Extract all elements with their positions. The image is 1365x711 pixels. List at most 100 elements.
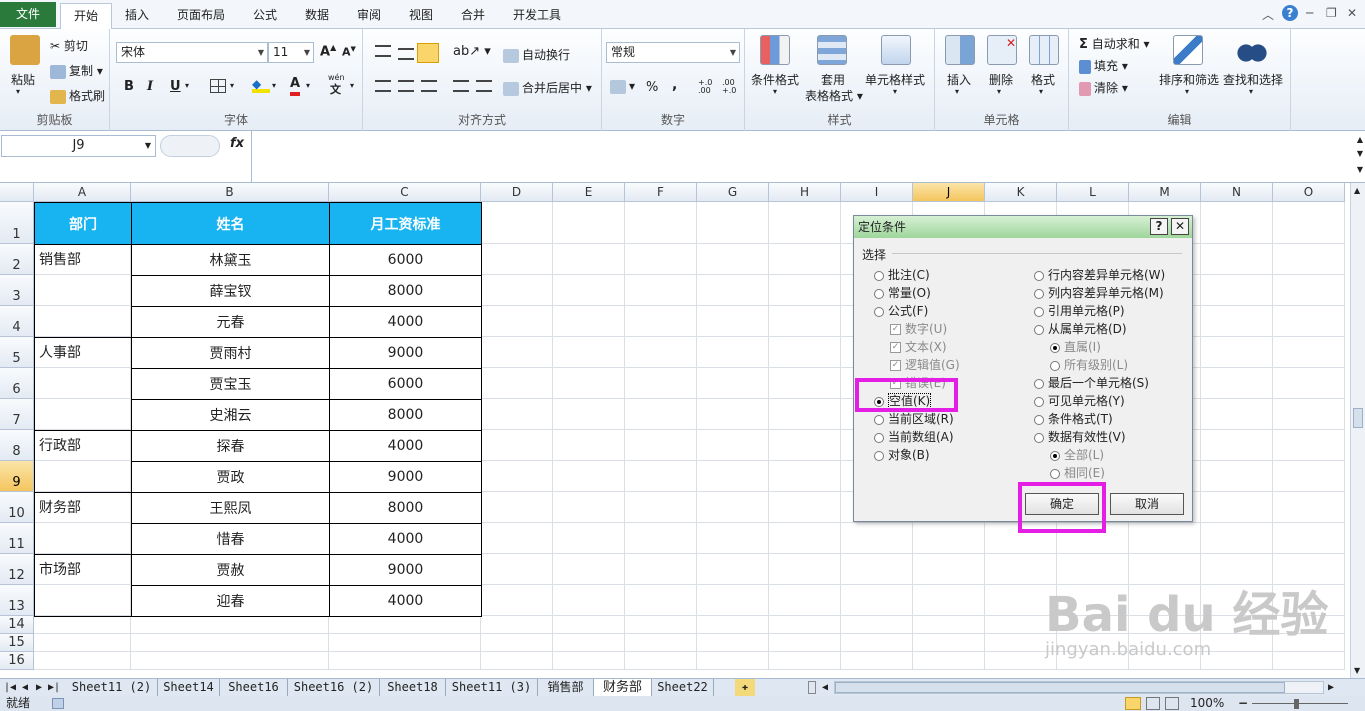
radio-option[interactable]: 列内容差异单元格(M) xyxy=(1034,284,1164,301)
radio-option[interactable]: 对象(B) xyxy=(874,446,930,463)
grid-cell[interactable] xyxy=(1273,492,1345,523)
grid-cell[interactable] xyxy=(913,616,985,634)
grid-cell[interactable] xyxy=(697,523,769,554)
grid-cell[interactable] xyxy=(625,492,697,523)
grid-cell[interactable] xyxy=(625,616,697,634)
sheet-tab[interactable]: Sheet14 xyxy=(158,679,220,697)
find-select-button[interactable]: 查找和选择 xyxy=(1223,71,1283,88)
sheet-tab[interactable]: Sheet22 xyxy=(652,679,714,697)
macro-record-icon[interactable] xyxy=(52,698,64,709)
name-cell[interactable]: 探春 xyxy=(131,430,330,462)
grid-cell[interactable] xyxy=(1273,399,1345,430)
name-cell[interactable]: 贾宝玉 xyxy=(131,368,330,400)
row-header-11[interactable]: 11 xyxy=(0,523,34,554)
row-header-14[interactable]: 14 xyxy=(0,616,34,634)
row-header-16[interactable]: 16 xyxy=(0,652,34,670)
wrap-text-button[interactable]: 自动换行 xyxy=(503,46,570,63)
grid-cell[interactable] xyxy=(913,523,985,554)
grid-cell[interactable] xyxy=(841,634,913,652)
format-button[interactable]: 格式 xyxy=(1031,71,1055,88)
font-name-select[interactable]: 宋体 ▼ xyxy=(116,42,268,63)
grid-cell[interactable] xyxy=(1201,492,1273,523)
grid-cell[interactable] xyxy=(625,461,697,492)
grid-cell[interactable] xyxy=(697,202,769,244)
grid-cell[interactable] xyxy=(1273,244,1345,275)
row-header-8[interactable]: 8 xyxy=(0,430,34,461)
grid-cell[interactable] xyxy=(841,616,913,634)
tab-insert[interactable]: 插入 xyxy=(116,3,158,29)
name-cell[interactable]: 元春 xyxy=(131,306,330,338)
column-header-m[interactable]: M xyxy=(1129,183,1201,202)
grid-cell[interactable] xyxy=(697,244,769,275)
grid-cell[interactable] xyxy=(553,306,625,337)
align-bottom-icon[interactable] xyxy=(417,43,439,63)
vertical-scroll-thumb[interactable] xyxy=(1353,408,1363,428)
scroll-down-icon[interactable]: ▼ xyxy=(1354,666,1360,675)
grid-cell[interactable] xyxy=(625,430,697,461)
grid-cell[interactable] xyxy=(697,275,769,306)
find-dropdown-icon[interactable]: ▾ xyxy=(1249,87,1253,96)
name-box[interactable]: J9 ▼ xyxy=(1,135,156,157)
tab-view[interactable]: 视图 xyxy=(400,3,442,29)
row-header-5[interactable]: 5 xyxy=(0,337,34,368)
tab-data[interactable]: 数据 xyxy=(296,3,338,29)
conditional-format-button[interactable]: 条件格式 xyxy=(751,71,799,88)
sheet-tab[interactable]: Sheet16 (2) xyxy=(288,679,380,697)
grid-cell[interactable] xyxy=(769,399,841,430)
grid-cell[interactable] xyxy=(481,306,553,337)
delete-button[interactable]: 删除 xyxy=(989,71,1013,88)
grid-cell[interactable] xyxy=(481,337,553,368)
radio-option[interactable]: 引用单元格(P) xyxy=(1034,302,1125,319)
tab-page-layout[interactable]: 页面布局 xyxy=(170,3,232,29)
column-header-c[interactable]: C xyxy=(329,183,481,202)
grid-cell[interactable] xyxy=(697,461,769,492)
grid-cell[interactable] xyxy=(769,585,841,616)
horizontal-scroll-thumb[interactable] xyxy=(835,682,1285,693)
grid-cell[interactable] xyxy=(553,492,625,523)
table-header-cell[interactable]: 姓名 xyxy=(131,202,330,245)
grid-cell[interactable] xyxy=(329,634,481,652)
grid-cell[interactable] xyxy=(1201,399,1273,430)
borders-dropdown-icon[interactable]: ▾ xyxy=(230,81,234,90)
scroll-up-icon[interactable]: ▲ xyxy=(1357,135,1363,144)
grid-cell[interactable] xyxy=(553,652,625,670)
align-middle-icon[interactable] xyxy=(398,48,414,60)
fill-button[interactable]: 填充 ▾ xyxy=(1079,57,1128,74)
dialog-close-button[interactable]: ✕ xyxy=(1171,218,1189,235)
grid-cell[interactable] xyxy=(1201,244,1273,275)
insert-dropdown-icon[interactable]: ▾ xyxy=(955,87,959,96)
grid-cell[interactable] xyxy=(131,652,329,670)
formula-input[interactable] xyxy=(251,131,1351,183)
clear-button[interactable]: 清除 ▾ xyxy=(1079,79,1128,96)
decrease-decimal-button[interactable]: .00 +.0 xyxy=(722,79,744,95)
department-cell[interactable]: 行政部 xyxy=(37,435,81,455)
row-header-6[interactable]: 6 xyxy=(0,368,34,399)
radio-option[interactable]: 批注(C) xyxy=(874,266,930,283)
prev-sheet-icon[interactable]: ◀ xyxy=(22,679,28,697)
radio-option[interactable]: 所有级别(L) xyxy=(1050,356,1128,373)
radio-option[interactable]: 公式(F) xyxy=(874,302,928,319)
autosum-button[interactable]: Σ 自动求和 ▾ xyxy=(1079,35,1150,52)
department-cell[interactable]: 市场部 xyxy=(37,559,81,579)
grid-cell[interactable] xyxy=(481,616,553,634)
salary-cell[interactable]: 4000 xyxy=(329,585,482,617)
column-header-i[interactable]: I xyxy=(841,183,913,202)
salary-cell[interactable]: 6000 xyxy=(329,244,482,276)
grid-cell[interactable] xyxy=(697,616,769,634)
font-size-select[interactable]: 11 ▼ xyxy=(268,42,314,63)
grid-cell[interactable] xyxy=(1273,430,1345,461)
grid-cell[interactable] xyxy=(841,652,913,670)
row-header-10[interactable]: 10 xyxy=(0,492,34,523)
column-header-h[interactable]: H xyxy=(769,183,841,202)
grid-cell[interactable] xyxy=(1129,523,1201,554)
checkbox-option[interactable]: ✓ 逻辑值(G) xyxy=(890,356,960,373)
name-cell[interactable]: 林黛玉 xyxy=(131,244,330,276)
sheet-tab[interactable]: 财务部 xyxy=(594,679,652,697)
zoom-slider[interactable] xyxy=(1252,703,1348,704)
grid-cell[interactable] xyxy=(553,275,625,306)
grid-cell[interactable] xyxy=(841,523,913,554)
sheet-tab[interactable]: Sheet18 xyxy=(380,679,446,697)
grid-cell[interactable] xyxy=(1201,202,1273,244)
radio-option[interactable]: 可见单元格(Y) xyxy=(1034,392,1125,409)
copy-button[interactable]: 复制 ▾ xyxy=(50,62,103,79)
